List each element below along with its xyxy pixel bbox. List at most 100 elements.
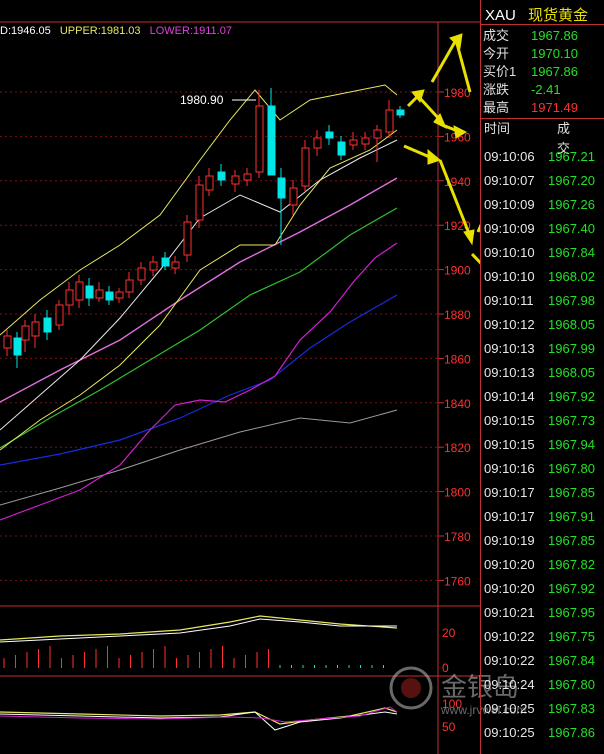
tick-time: 09:10:22 [484, 653, 535, 668]
quote-label: 涨跌 [483, 82, 510, 97]
tick-time: 09:10:14 [484, 389, 535, 404]
quote-value: -2.41 [531, 82, 561, 97]
quote-label: 最高 [483, 100, 510, 115]
candle-body [289, 187, 298, 206]
candle-body [21, 325, 30, 341]
quote-value: 1971.49 [531, 100, 578, 115]
tick-row: 09:10:11 1967.98 [484, 289, 604, 312]
quote-value: 1967.86 [531, 64, 578, 79]
symbol-name: 现货黄金 [528, 7, 589, 24]
tick-price: 1967.84 [548, 245, 595, 260]
tick-row: 09:10:25 1967.86 [484, 721, 604, 744]
candle-body [313, 137, 322, 149]
tick-time: 09:10:06 [484, 149, 535, 164]
candle-body [85, 285, 94, 299]
tick-row: 09:10:17 1967.85 [484, 481, 604, 504]
tick-time: 09:10:17 [484, 509, 535, 524]
candle-body [125, 279, 134, 293]
tick-row: 09:10:13 1968.05 [484, 361, 604, 384]
candle-body [277, 177, 286, 199]
candle-body [337, 141, 346, 156]
price-axis-label: 1860 [444, 352, 471, 366]
tick-row: 09:10:14 1967.92 [484, 385, 604, 408]
quote-label: 成交 [483, 28, 510, 43]
tick-time: 09:10:15 [484, 413, 535, 428]
quote-label: 今开 [483, 46, 510, 61]
quote-row: 买价1 1967.86 [483, 62, 601, 81]
symbol-code: XAU [485, 7, 516, 24]
price-axis-label: 1900 [444, 264, 471, 278]
tick-price: 1967.80 [548, 677, 595, 692]
candle-body [243, 173, 252, 181]
tick-time: 09:10:25 [484, 701, 535, 716]
quote-row: 成交 1967.86 [483, 26, 601, 45]
price-axis-label: 1820 [444, 441, 471, 455]
tick-time: 09:10:10 [484, 269, 535, 284]
tick-time: 09:10:25 [484, 725, 535, 740]
tick-price: 1967.85 [548, 485, 595, 500]
tick-price: 1967.83 [548, 701, 595, 716]
chart-area[interactable]: D:1946.05 UPPER:1981.03 LOWER:1911.07 19… [0, 0, 526, 754]
ma-gray-line [0, 409, 398, 506]
tick-row: 09:10:25 1967.83 [484, 697, 604, 720]
candle-body [149, 261, 158, 271]
sub2-axis-50: 50 [442, 720, 456, 734]
candle-body [161, 257, 170, 267]
tick-row: 09:10:06 1967.21 [484, 145, 604, 168]
tick-price: 1968.05 [548, 365, 595, 380]
candle-body [301, 147, 310, 187]
price-axis-label: 1840 [444, 397, 471, 411]
candle-body [137, 267, 146, 281]
tick-time: 09:10:20 [484, 557, 535, 572]
tick-row: 09:10:10 1968.02 [484, 265, 604, 288]
ticks-header-time: 时间 [484, 121, 511, 136]
candle-body [171, 261, 180, 269]
price-axis-label: 1760 [444, 574, 471, 588]
tick-row: 09:10:17 1967.91 [484, 505, 604, 528]
candle-body [55, 304, 64, 326]
tick-row: 09:10:16 1967.80 [484, 457, 604, 480]
tick-row: 09:10:09 1967.40 [484, 217, 604, 240]
quote-value: 1967.86 [531, 28, 578, 43]
tick-time: 09:10:09 [484, 197, 535, 212]
candle-body [195, 184, 204, 221]
tick-price: 1967.92 [548, 581, 595, 596]
tick-price: 1967.99 [548, 341, 595, 356]
candle-body [75, 281, 84, 301]
tick-price: 1967.40 [548, 221, 595, 236]
tick-time: 09:10:24 [484, 677, 535, 692]
candle-body [396, 109, 405, 116]
sub1-yellow-line [0, 615, 398, 641]
candle-body [31, 321, 40, 337]
tick-time: 09:10:13 [484, 365, 535, 380]
tick-row: 09:10:15 1967.94 [484, 433, 604, 456]
candle-body [183, 221, 192, 256]
sub2-yellow-line [0, 707, 398, 725]
tick-row: 09:10:20 1967.92 [484, 577, 604, 600]
quote-value: 1970.10 [531, 46, 578, 61]
tick-price: 1967.94 [548, 437, 595, 452]
tick-price: 1967.95 [548, 605, 595, 620]
tick-price: 1967.73 [548, 413, 595, 428]
candle-body [349, 139, 358, 146]
volume-bars [3, 646, 384, 668]
tick-row: 09:10:22 1967.75 [484, 625, 604, 648]
sub2-magenta-line [0, 706, 398, 723]
tick-time: 09:10:19 [484, 533, 535, 548]
tick-price: 1967.98 [548, 293, 595, 308]
tick-price: 1967.75 [548, 629, 595, 644]
candle-body [65, 289, 74, 306]
quote-row: 今开 1970.10 [483, 44, 601, 63]
tick-row: 09:10:22 1967.84 [484, 649, 604, 672]
tick-time: 09:10:20 [484, 581, 535, 596]
quote-row: 涨跌 -2.41 [483, 80, 601, 99]
candle-body [95, 289, 104, 299]
tick-time: 09:10:16 [484, 461, 535, 476]
candle-body [3, 335, 12, 349]
symbol-header: XAU 现货黄金 [485, 4, 596, 25]
candle-body [231, 175, 240, 185]
tick-row: 09:10:19 1967.85 [484, 529, 604, 552]
price-axis-label: 1980 [444, 86, 471, 100]
quote-row: 最高 1971.49 [483, 98, 601, 117]
tick-time: 09:10:22 [484, 629, 535, 644]
